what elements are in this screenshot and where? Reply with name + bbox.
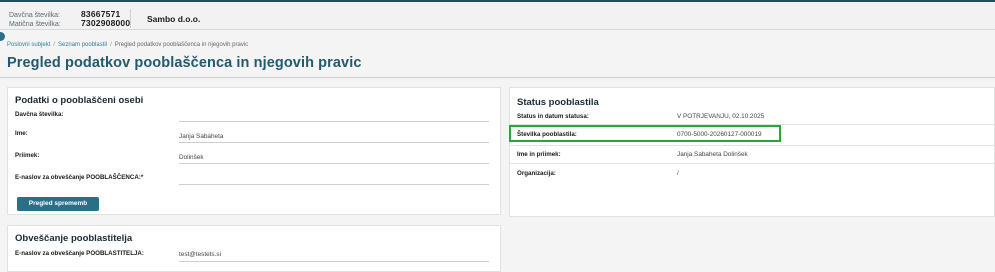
authorization-number-highlight (509, 125, 781, 142)
last-name-field[interactable]: Dolinšek (179, 154, 204, 161)
field-underline (179, 142, 489, 143)
breadcrumb: Poslovni subjekt / Seznam pooblastil / Pregl… (7, 42, 248, 48)
breadcrumb-item-authorizations-list[interactable]: Seznam pooblastil (58, 42, 107, 48)
title-divider (0, 77, 995, 78)
registration-number-value: 7302908000 (81, 18, 131, 28)
row-divider (510, 163, 995, 164)
principal-notification-title: Obveščanje pooblastitelja (15, 233, 133, 244)
breadcrumb-separator: / (110, 42, 112, 48)
registration-number-label: Matična številka: (9, 21, 61, 28)
view-changes-button[interactable]: Pregled sprememb (17, 197, 99, 211)
header-divider (130, 9, 131, 28)
status-date-label: Status in datum statusa: (517, 113, 589, 120)
principal-notification-card: Obveščanje pooblastitelja E-naslov za ob… (7, 225, 501, 272)
field-underline (179, 163, 489, 164)
tax-number-label: Davčna številka: (9, 12, 60, 19)
authorized-person-title: Podatki o pooblaščeni osebi (15, 95, 144, 106)
status-date-value: V POTRJEVANJU, 02.10.2025 (677, 113, 765, 120)
field-underline (179, 121, 489, 122)
authorized-person-card: Podatki o pooblaščeni osebi Davčna števi… (7, 87, 501, 215)
breadcrumb-item-current: Pregled podatkov pooblaščenca in njegovi… (114, 42, 249, 48)
authorization-status-card: Status pooblastila Status in datum statu… (509, 87, 995, 217)
first-name-field[interactable]: Janja Sabaheta (179, 133, 223, 140)
breadcrumb-separator: / (53, 42, 56, 48)
organization-label: Organizacija: (517, 170, 556, 177)
principal-email-field[interactable]: test@testets.si (179, 251, 221, 258)
authorized-email-label: E-naslov za obveščanje POOBLAŠČENCA:* (15, 174, 144, 181)
full-name-value: Janja Sabaheta Dolinšek (677, 151, 748, 158)
last-name-label: Priimek: (15, 152, 40, 159)
company-name: Sambo d.o.o. (147, 14, 201, 24)
breadcrumb-item-business-entity[interactable]: Poslovni subjekt (7, 42, 50, 48)
taxpayer-ids: Davčna številka: 83667571 Matična števil… (9, 10, 130, 28)
sidebar-toggle-icon[interactable] (0, 32, 5, 41)
row-divider (510, 145, 995, 146)
principal-email-label: E-naslov za obveščanje POOBLASTITELJA: (15, 250, 144, 257)
authorization-status-title: Status pooblastila (517, 97, 599, 108)
first-name-label: Ime: (15, 130, 28, 137)
page-title: Pregled podatkov pooblaščenca in njegovi… (7, 55, 362, 71)
tax-number-value: 83667571 (81, 9, 121, 19)
field-underline (179, 184, 489, 185)
field-underline (179, 261, 489, 262)
top-header-bar: Davčna številka: 83667571 Matična števil… (0, 0, 995, 30)
tax-number-field-label: Davčna številka: (15, 111, 64, 118)
full-name-label: Ime in priimek: (517, 151, 561, 158)
organization-value: / (677, 170, 679, 177)
